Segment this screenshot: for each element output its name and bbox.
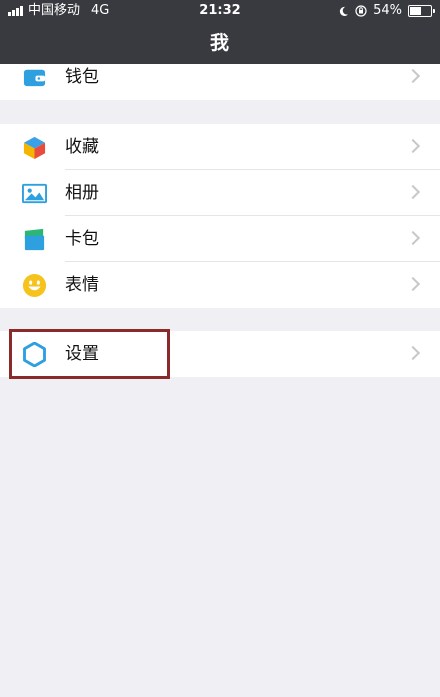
menu-item-favorites[interactable]: 收藏	[0, 124, 440, 170]
moon-icon	[339, 6, 349, 16]
menu-item-album[interactable]: 相册	[0, 170, 440, 216]
battery-icon	[408, 5, 435, 17]
menu-item-label: 钱包	[65, 67, 99, 87]
wallet-icon	[23, 69, 46, 87]
chevron-right-icon	[405, 184, 421, 200]
menu-item-stickers[interactable]: 表情	[0, 262, 440, 308]
status-bar: 中国移动 4G 21:32 54%	[0, 0, 440, 22]
chevron-right-icon	[405, 138, 421, 154]
menu-group-main: 收藏 相册 卡包 表情	[0, 124, 440, 308]
battery-percent: 54%	[373, 3, 402, 18]
menu-group-wallet: 钱包	[0, 64, 440, 100]
menu-item-label: 表情	[65, 275, 99, 295]
top-bar: 中国移动 4G 21:32 54% 我	[0, 0, 440, 64]
chevron-right-icon	[405, 68, 421, 84]
favorites-icon	[23, 136, 46, 160]
album-icon	[22, 183, 47, 204]
chevron-right-icon	[405, 230, 421, 246]
menu-item-card-bag[interactable]: 卡包	[0, 216, 440, 262]
highlight-box	[9, 329, 170, 379]
menu-item-label: 卡包	[65, 229, 99, 249]
menu-item-label: 收藏	[65, 137, 99, 157]
menu-item-label: 相册	[65, 183, 99, 203]
sticker-icon	[22, 273, 47, 298]
chevron-right-icon	[405, 345, 421, 361]
page-title: 我	[209, 32, 230, 54]
phone-screen: 中国移动 4G 21:32 54% 我 钱包 收藏 相册 卡包 表情 设置	[0, 0, 440, 697]
orientation-lock-icon	[355, 5, 367, 17]
menu-item-wallet[interactable]: 钱包	[0, 64, 440, 100]
card-bag-icon	[24, 228, 45, 251]
chevron-right-icon	[405, 276, 421, 292]
